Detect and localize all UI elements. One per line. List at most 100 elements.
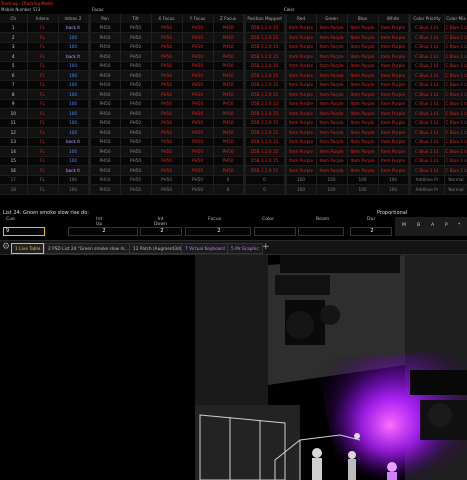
cell-cp[interactable]: C Blue 1 k1 <box>409 108 445 118</box>
cell-i2[interactable]: 100 <box>58 32 91 42</box>
cell-i1[interactable]: FL <box>27 108 59 118</box>
cell-pan[interactable]: PH50 <box>89 99 121 109</box>
cell-yf[interactable]: PH50 <box>182 61 214 71</box>
cell-tilt[interactable]: PH50 <box>120 42 152 52</box>
column-header[interactable]: Color Mix <box>444 14 467 23</box>
cell-cp[interactable]: C Blue 1 k1 <box>409 156 445 166</box>
cell-g[interactable]: Item Purple <box>316 165 348 175</box>
cell-i1[interactable]: FL <box>27 165 59 175</box>
cell-w[interactable]: Item Purple <box>378 127 411 137</box>
cell-b[interactable]: Item Purple <box>347 61 379 71</box>
cell-w[interactable]: Item Purple <box>378 99 411 109</box>
column-header[interactable]: Color Priority <box>409 14 445 23</box>
cue-number-field[interactable]: 9 <box>3 227 45 236</box>
tab-live-table[interactable]: 1 Live Table <box>11 243 45 254</box>
cell-zf[interactable]: PH50 <box>213 118 246 128</box>
table-row[interactable]: 11 FL 100 PH50 PH50 PH50 PH50 PH50 D5B 1 2.0 15 I… <box>0 118 467 128</box>
cell-xf[interactable]: PH50 <box>151 118 183 128</box>
cell-r[interactable]: Item Purple <box>285 165 317 175</box>
cell-tilt[interactable]: PH50 <box>120 89 152 99</box>
cell-g[interactable]: 100 <box>316 175 348 185</box>
cell-pan[interactable]: PH50 <box>89 146 121 156</box>
cell-g[interactable]: Item Purple <box>316 118 348 128</box>
cell-r[interactable]: Item Purple <box>285 118 317 128</box>
cell-zf[interactable]: PH50 <box>213 108 246 118</box>
cell-pm[interactable]: D5B 1 2.0 15 <box>244 99 287 109</box>
cell-cp[interactable]: C Blue 1 k1 <box>409 80 445 90</box>
cell-xf[interactable]: PH50 <box>151 51 183 61</box>
cell-i2[interactable]: back lt <box>58 23 91 33</box>
cell-i2[interactable]: back lt <box>58 51 91 61</box>
cell-pan[interactable]: PH50 <box>89 184 121 194</box>
cell-ch[interactable]: 8 <box>0 89 28 99</box>
cell-zf[interactable]: 0 <box>213 184 246 194</box>
cell-r[interactable]: Item Purple <box>285 61 317 71</box>
cell-b[interactable]: Item Purple <box>347 108 379 118</box>
cell-cm[interactable]: C Blue 1 k1 <box>444 23 467 33</box>
cell-yf[interactable]: PH50 <box>182 156 214 166</box>
prop-b[interactable]: B <box>417 223 420 228</box>
cell-ch[interactable]: 2 <box>0 32 28 42</box>
cell-i1[interactable]: FL <box>27 175 59 185</box>
cell-w[interactable]: Item Purple <box>378 89 411 99</box>
cell-b[interactable]: Item Purple <box>347 89 379 99</box>
cell-pm[interactable]: D5B 1 2.0 15 <box>244 23 287 33</box>
cell-w[interactable]: Item Purple <box>378 118 411 128</box>
cell-w[interactable]: 100 <box>378 175 411 185</box>
cell-yf[interactable]: PH50 <box>182 42 214 52</box>
cell-w[interactable]: Item Purple <box>378 165 411 175</box>
cell-r[interactable]: 100 <box>285 184 317 194</box>
cell-pm[interactable]: D5B 1 2.0 15 <box>244 32 287 42</box>
cell-w[interactable]: Item Purple <box>378 70 411 80</box>
cell-g[interactable]: Item Purple <box>316 80 348 90</box>
cell-xf[interactable]: PH50 <box>151 89 183 99</box>
cell-pan[interactable]: PH50 <box>89 165 121 175</box>
cell-cm[interactable]: C Blue 1 k1 <box>444 108 467 118</box>
cell-cp[interactable]: C Blue 1 k1 <box>409 51 445 61</box>
cell-i2[interactable]: 100 <box>58 127 91 137</box>
cell-cm[interactable]: C Blue 1 k1 <box>444 51 467 61</box>
3d-visualization-viewport[interactable] <box>0 255 467 480</box>
table-row[interactable]: 10 FL 100 PH50 PH50 PH50 PH50 PH50 D5B 1 2.0 15 I… <box>0 108 467 118</box>
cell-tilt[interactable]: PH50 <box>120 51 152 61</box>
cell-pm[interactable]: D5B 1 2.0 15 <box>244 61 287 71</box>
cell-tilt[interactable]: PH50 <box>120 32 152 42</box>
cell-w[interactable]: Item Purple <box>378 42 411 52</box>
cell-cp[interactable]: C Blue 1 k1 <box>409 118 445 128</box>
cell-yf[interactable]: PH50 <box>182 137 214 147</box>
cell-ch[interactable]: 11 <box>0 118 28 128</box>
cell-w[interactable]: Item Purple <box>378 156 411 166</box>
plus-icon[interactable]: + <box>262 242 270 252</box>
cell-tilt[interactable]: PH50 <box>120 118 152 128</box>
cell-cp[interactable]: C Blue 1 k1 <box>409 32 445 42</box>
tab-psd[interactable]: 2 PSD List 24 "Green smoke slow rk..." <box>44 243 135 254</box>
cell-r[interactable]: Item Purple <box>285 51 317 61</box>
cell-pan[interactable]: PH50 <box>89 89 121 99</box>
cell-yf[interactable]: PH50 <box>182 175 214 185</box>
cell-w[interactable]: Item Purple <box>378 80 411 90</box>
table-row[interactable]: 12 FL 100 PH50 PH50 PH50 PH50 PH50 D5B 1 2.0 15 I… <box>0 127 467 137</box>
column-header[interactable]: Blue <box>347 14 379 23</box>
table-row[interactable]: 7 FL 100 PH50 PH50 PH50 PH50 PH50 D5B 1 2.0 15 It… <box>0 80 467 90</box>
table-row[interactable]: 4 FL back lt PH50 PH50 PH50 PH50 PH50 D5B 1 2.0 … <box>0 51 467 61</box>
table-row[interactable]: 13 FL back lt PH50 PH50 PH50 PH50 PH50 D5B 1 2.0… <box>0 137 467 147</box>
cell-pm[interactable]: D5B 1 2.0 15 <box>244 70 287 80</box>
cell-i1[interactable]: FL <box>27 70 59 80</box>
cell-xf[interactable]: PH50 <box>151 184 183 194</box>
cell-i1[interactable]: FL <box>27 184 59 194</box>
cell-r[interactable]: Item Purple <box>285 80 317 90</box>
column-header[interactable]: Pan <box>89 14 121 23</box>
column-header[interactable]: Y Focus <box>182 14 214 23</box>
cell-b[interactable]: 100 <box>347 184 379 194</box>
cell-yf[interactable]: PH50 <box>182 70 214 80</box>
cell-cm[interactable]: C Blue 1 k1 <box>444 80 467 90</box>
cell-cp[interactable]: C Blue 1 k1 <box>409 99 445 109</box>
cell-ch[interactable]: 3 <box>0 42 28 52</box>
cell-cp[interactable]: C Blue 1 k1 <box>409 70 445 80</box>
cell-yf[interactable]: PH50 <box>182 80 214 90</box>
cell-i2[interactable]: 100 <box>58 70 91 80</box>
cell-w[interactable]: Item Purple <box>378 61 411 71</box>
cell-b[interactable]: Item Purple <box>347 32 379 42</box>
cell-ch[interactable]: 16 <box>0 165 28 175</box>
cell-tilt[interactable]: PH50 <box>120 175 152 185</box>
